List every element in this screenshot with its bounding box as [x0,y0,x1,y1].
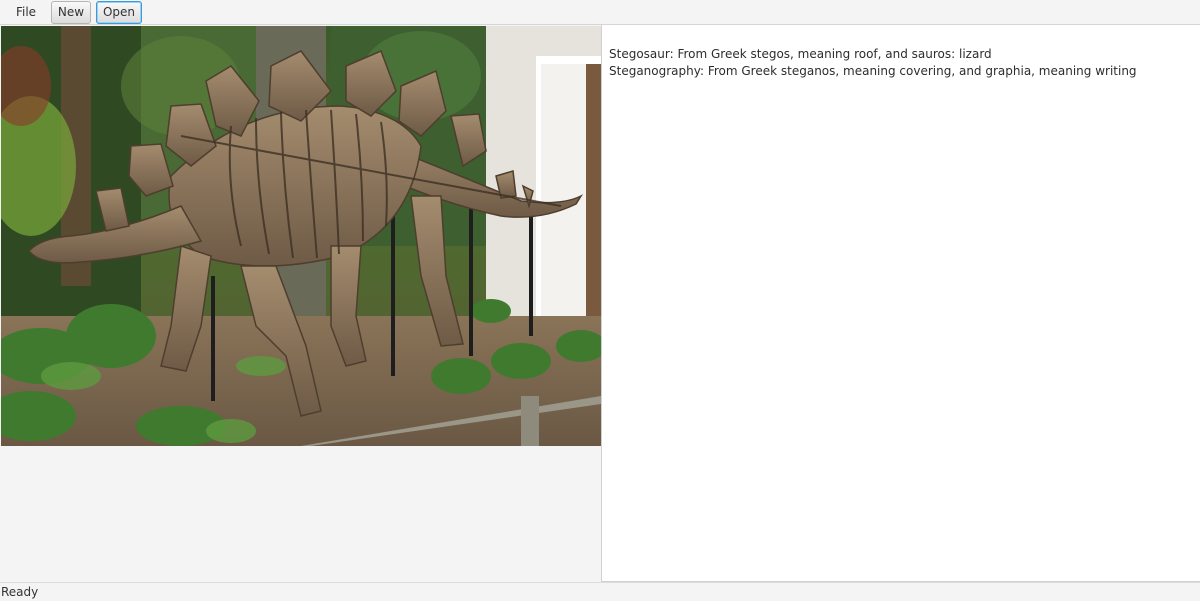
definition-text[interactable]: Stegosaur: From Greek stegos, meaning ro… [609,46,1137,80]
image-pane [0,25,601,582]
text-pane[interactable]: Stegosaur: From Greek stegos, meaning ro… [601,25,1200,582]
stegosaurus-skeleton-photo [1,26,601,446]
toolbar: File New Open [0,0,1200,25]
definition-line-stegosaur: Stegosaur: From Greek stegos, meaning ro… [609,47,992,61]
file-menu[interactable]: File [8,1,44,24]
status-text: Ready [1,585,39,599]
status-bar: Ready [0,582,1200,601]
new-button[interactable]: New [51,1,91,24]
open-button[interactable]: Open [96,1,142,24]
definition-line-steganography: Steganography: From Greek steganos, mean… [609,64,1137,78]
